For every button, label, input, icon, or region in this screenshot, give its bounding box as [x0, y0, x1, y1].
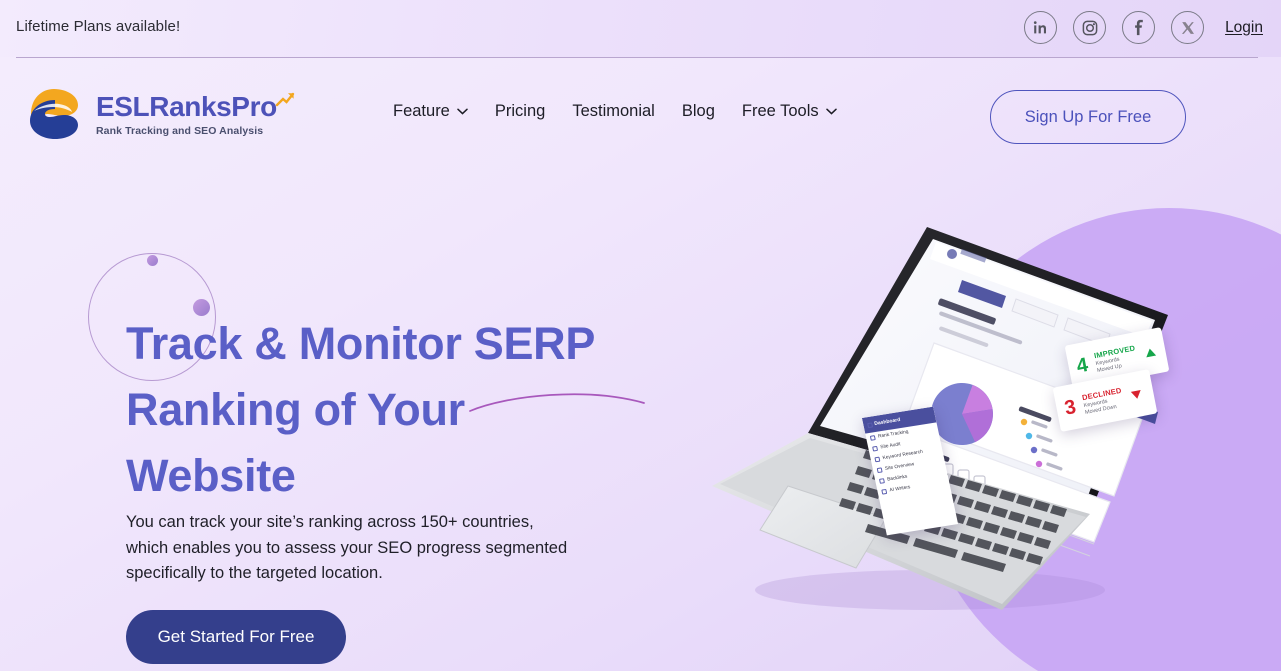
arrow-up-icon	[1144, 347, 1156, 357]
get-started-button[interactable]: Get Started For Free	[126, 610, 346, 664]
pen-ai-icon	[881, 488, 888, 495]
chevron-down-icon	[825, 108, 837, 115]
brand-logo[interactable]: ESLRanksPro Rank Tracking and SEO Analys…	[24, 83, 294, 145]
nav-item-pricing[interactable]: Pricing	[495, 102, 545, 121]
instagram-icon	[1081, 19, 1099, 37]
landing-page: Lifetime Plans available! Login ESLRanks…	[0, 0, 1281, 671]
dashboard-grid-icon	[867, 421, 874, 428]
mockup-sidebar-item-label: AI Writers	[889, 485, 911, 494]
login-link[interactable]: Login	[1225, 19, 1263, 37]
clipboard-check-icon	[872, 445, 879, 452]
nav-item-label: Pricing	[494, 102, 546, 120]
social-links: Login	[1024, 11, 1263, 44]
nav-item-label: Feature	[393, 102, 450, 120]
mockup-sidebar-title: Dashboard	[873, 417, 901, 427]
stat-text: DECLINED Keywords Moved Down	[1081, 385, 1125, 416]
x-twitter-icon-button[interactable]	[1171, 11, 1205, 44]
chevron-down-icon	[457, 108, 468, 115]
mockup-sidebar-item-label: Site Audit	[880, 442, 902, 451]
main-navbar: ESLRanksPro Rank Tracking and SEO Analys…	[0, 58, 1281, 173]
nav-item-label: Blog	[681, 102, 715, 120]
brand-wordmark-text: ESLRanksPro	[96, 91, 277, 122]
stat-value: 3	[1062, 395, 1078, 420]
hero-subtext: You can track your site’s ranking across…	[126, 513, 568, 582]
magnifier-key-icon	[874, 456, 881, 463]
nav-item-label: Free Tools	[741, 102, 819, 120]
linkedin-icon-button[interactable]	[1024, 11, 1058, 44]
stat-value: 4	[1074, 353, 1090, 378]
nav-item-label: Testimonial	[572, 102, 655, 120]
sign-up-button[interactable]: Sign Up For Free	[990, 90, 1186, 144]
chart-line-icon	[869, 435, 876, 441]
eslrankspro-swoosh-logo-icon	[24, 83, 86, 145]
mockup-sidebar-item-label: Backlinks	[886, 474, 908, 483]
nav-item-feature[interactable]: Feature	[393, 102, 468, 121]
facebook-icon	[1130, 19, 1147, 36]
brand-wordmark: ESLRanksPro	[96, 91, 294, 122]
utility-bar: Lifetime Plans available! Login	[0, 0, 1281, 57]
facebook-icon-button[interactable]	[1122, 11, 1156, 44]
arrow-down-icon	[1130, 389, 1143, 400]
globe-icon	[876, 467, 883, 474]
promo-banner-text: Lifetime Plans available!	[16, 18, 181, 35]
x-twitter-icon	[1180, 20, 1196, 36]
link-chain-icon	[878, 478, 885, 484]
brand-text: ESLRanksPro Rank Tracking and SEO Analys…	[96, 91, 294, 137]
decorative-dot-small	[147, 255, 158, 266]
nav-item-blog[interactable]: Blog	[682, 102, 715, 121]
nav-item-testimonial[interactable]: Testimonial	[572, 102, 655, 121]
nav-item-free-tools[interactable]: Free Tools	[742, 102, 837, 121]
linkedin-icon	[1032, 19, 1049, 36]
nav-links: Feature Pricing Testimonial Blog Free To…	[393, 102, 837, 121]
brand-tagline: Rank Tracking and SEO Analysis	[96, 125, 264, 137]
instagram-icon-button[interactable]	[1073, 11, 1107, 44]
stat-text: IMPROVED Keywords Moved Up	[1093, 343, 1138, 374]
